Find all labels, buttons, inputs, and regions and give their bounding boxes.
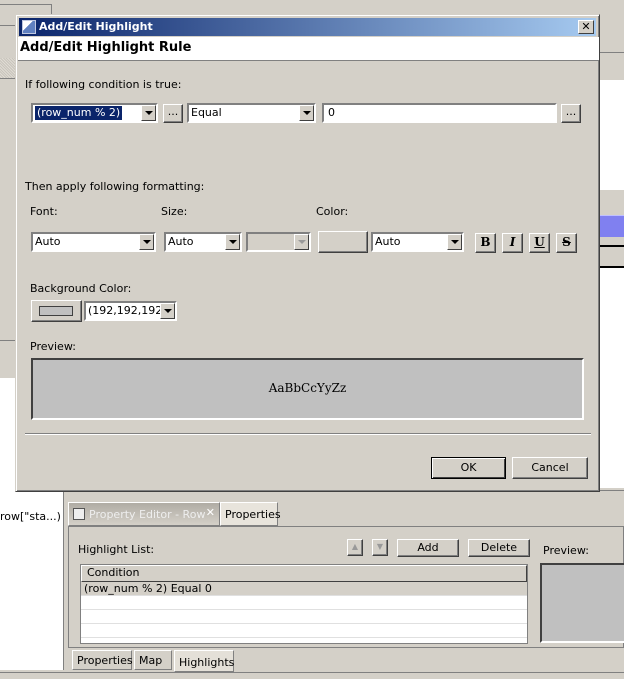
highlight-table: Condition (row_num % 2) Equal 0 xyxy=(80,564,528,644)
chevron-down-icon[interactable] xyxy=(225,234,240,250)
table-row[interactable] xyxy=(81,610,527,624)
table-row[interactable] xyxy=(81,624,527,638)
bold-button[interactable]: B xyxy=(475,233,496,253)
bg-left-panel-text: row["sta...) xyxy=(0,510,61,523)
bottom-tab-map[interactable]: Map xyxy=(134,650,172,670)
size-unit-combo xyxy=(246,232,311,252)
move-up-button[interactable]: ▲ xyxy=(347,539,363,556)
color-label: Color: xyxy=(316,205,349,218)
chevron-down-icon[interactable] xyxy=(141,105,156,121)
dialog-title: Add/Edit Highlight xyxy=(39,20,153,33)
chevron-down-icon[interactable] xyxy=(160,303,175,319)
chevron-down-icon[interactable] xyxy=(299,105,314,121)
background-color-combo[interactable]: (192,192,192) xyxy=(84,301,177,321)
size-label: Size: xyxy=(161,205,188,218)
preview-label: Preview: xyxy=(543,544,589,557)
formatting-label: Then apply following formatting: xyxy=(25,180,205,193)
preview-box: AaBbCcYyZz xyxy=(31,358,584,420)
edit-icon xyxy=(73,508,85,520)
bg-left-line xyxy=(0,78,15,79)
chevron-down-icon[interactable] xyxy=(447,234,462,250)
font-color-swatch-button[interactable] xyxy=(318,231,368,253)
ok-button[interactable]: OK xyxy=(431,457,506,479)
bottom-tab-highlights[interactable]: Highlights xyxy=(174,650,234,672)
table-row[interactable]: (row_num % 2) Equal 0 xyxy=(81,582,527,596)
table-row[interactable] xyxy=(81,596,527,610)
add-button[interactable]: Add xyxy=(397,539,459,557)
background-color-label: Background Color: xyxy=(30,282,132,295)
dialog-separator xyxy=(25,433,591,435)
column-header-condition[interactable]: Condition xyxy=(81,565,527,582)
font-label: Font: xyxy=(30,205,58,218)
italic-button[interactable]: I xyxy=(502,233,523,253)
bg-left-stripe xyxy=(0,58,15,78)
close-tab-icon[interactable]: ✕ xyxy=(206,506,215,519)
underline-icon: U xyxy=(534,235,545,249)
condition-label: If following condition is true: xyxy=(25,78,182,91)
highlights-pane: Highlight List: ▲ ▼ Add Delete Preview: … xyxy=(68,526,624,648)
underline-button[interactable]: U xyxy=(529,233,550,253)
tab-property-editor[interactable]: Property Editor - Row ✕ xyxy=(68,502,220,526)
operator-combo[interactable]: Equal xyxy=(187,103,316,123)
add-edit-highlight-dialog: Add/Edit Highlight ✕ Add/Edit Highlight … xyxy=(15,14,600,492)
bg-right-panel xyxy=(600,80,624,190)
background-color-swatch xyxy=(39,306,73,316)
delete-button[interactable]: Delete xyxy=(468,539,530,557)
value-builder-button[interactable]: ... xyxy=(561,104,581,123)
dialog-banner: Add/Edit Highlight Rule xyxy=(18,37,599,61)
preview-swatch xyxy=(540,563,624,643)
chevron-down-icon xyxy=(294,234,309,250)
bg-right-selected-row xyxy=(600,215,624,237)
italic-icon: I xyxy=(509,235,516,249)
size-combo[interactable]: Auto xyxy=(164,232,242,252)
font-color-combo[interactable]: Auto xyxy=(371,232,464,252)
preview-label: Preview: xyxy=(30,340,76,353)
chevron-down-icon[interactable] xyxy=(139,234,154,250)
close-icon: ✕ xyxy=(581,20,591,33)
close-button[interactable]: ✕ xyxy=(578,20,594,34)
highlight-list-label: Highlight List: xyxy=(78,543,155,556)
tab-properties[interactable]: Properties xyxy=(220,502,281,526)
background-color-swatch-button[interactable] xyxy=(31,300,82,322)
banner-title: Add/Edit Highlight Rule xyxy=(20,40,192,55)
bg-left-line xyxy=(0,340,15,341)
strikethrough-button[interactable]: S xyxy=(556,233,577,253)
font-combo[interactable]: Auto xyxy=(31,232,156,252)
bg-right-line xyxy=(600,245,624,247)
bg-right-line xyxy=(600,52,624,53)
property-editor-panel: Property Editor - Row ✕ Properties Highl… xyxy=(68,502,624,672)
strikethrough-icon: S xyxy=(562,235,571,249)
bold-icon: B xyxy=(480,235,491,249)
preview-sample-text: AaBbCcYyZz xyxy=(268,381,347,395)
move-down-button[interactable]: ▼ xyxy=(372,539,388,556)
dialog-titlebar[interactable]: Add/Edit Highlight ✕ xyxy=(19,18,596,36)
expression-builder-button[interactable]: ... xyxy=(163,104,183,123)
bg-bottom-line xyxy=(0,672,624,673)
bg-right-panel-lower xyxy=(600,268,624,488)
bottom-tab-properties[interactable]: Properties xyxy=(72,650,133,670)
value-input[interactable]: 0 xyxy=(322,103,557,123)
app-icon xyxy=(22,20,36,34)
condition-expression-combo[interactable]: (row_num % 2) xyxy=(31,103,158,123)
cancel-button[interactable]: Cancel xyxy=(512,457,588,479)
